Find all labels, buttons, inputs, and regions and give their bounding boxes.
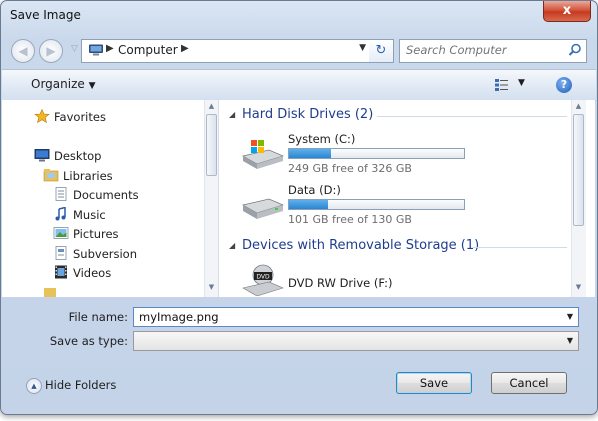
file-name-combobox[interactable]: ▼ — [133, 307, 579, 327]
windows-drive-icon — [242, 140, 285, 169]
sidebar-item-label: Favorites — [54, 110, 106, 124]
group-header-hard-disk-drives[interactable]: Hard Disk Drives (2) — [242, 107, 373, 122]
sidebar-item-label: Documents — [73, 188, 139, 202]
collapse-group-icon[interactable]: ◢ — [229, 241, 235, 250]
help-button[interactable]: ? — [556, 77, 572, 93]
drive-usage-bar — [288, 148, 465, 159]
hard-drive-icon — [242, 198, 285, 219]
refresh-icon: ↻ — [375, 43, 387, 58]
scroll-thumb[interactable] — [206, 114, 217, 176]
search-box[interactable] — [399, 39, 587, 63]
window-title: Save Image — [10, 8, 81, 22]
search-input[interactable] — [400, 40, 560, 60]
organize-menu[interactable]: Organize ▼ — [31, 77, 96, 91]
drive-name: Data (D:) — [288, 183, 341, 197]
group-divider — [377, 116, 567, 117]
scroll-thumb[interactable] — [573, 114, 584, 226]
libraries-icon — [43, 169, 59, 182]
navigation-scrollbar[interactable]: ▲ ▼ — [204, 100, 218, 297]
file-list-pane: ◢ Hard Disk Drives (2) System (C:) 249 G… — [219, 100, 595, 297]
collapse-group-icon[interactable]: ◢ — [229, 110, 235, 119]
computer-icon — [89, 44, 103, 56]
chevron-down-icon[interactable]: ▼ — [567, 336, 573, 345]
back-button[interactable]: ◀ — [11, 39, 35, 63]
sidebar-item-label: Videos — [73, 266, 112, 280]
drive-free-space: 249 GB free of 326 GB — [288, 162, 412, 175]
refresh-button[interactable]: ↻ — [369, 39, 394, 63]
svg-text:DVD: DVD — [256, 274, 270, 281]
organize-label: Organize — [31, 77, 85, 91]
drive-item-data[interactable]: Data (D:) 101 GB free of 130 GB — [239, 183, 479, 229]
videos-icon — [55, 265, 67, 279]
hide-folders-label: Hide Folders — [45, 378, 117, 392]
scroll-down-icon[interactable]: ▼ — [207, 283, 216, 293]
save-image-dialog: Save Image x ◀ ▶ ▽ ▶ Computer ▶ ▼ ↻ Sear… — [0, 0, 598, 415]
dvd-drive-icon: DVD — [242, 264, 284, 296]
back-arrow-icon: ◀ — [18, 44, 28, 58]
scroll-up-icon[interactable]: ▲ — [207, 102, 216, 112]
sidebar-item-label: Music — [73, 208, 106, 222]
view-details-icon — [495, 79, 508, 91]
file-name-input[interactable] — [134, 308, 554, 326]
save-as-type-select[interactable]: ▼ — [133, 331, 579, 351]
breadcrumb-separator-icon[interactable]: ▶ — [106, 43, 114, 54]
save-form: File name: ▼ Save as type: ▼ ▲ Hide Fold… — [2, 298, 596, 414]
group-divider — [473, 247, 567, 248]
group-header-removable-storage[interactable]: Devices with Removable Storage (1) — [242, 238, 479, 253]
documents-icon — [55, 187, 67, 201]
cancel-button[interactable]: Cancel — [491, 372, 567, 394]
desktop-icon — [34, 149, 50, 162]
forward-button[interactable]: ▶ — [39, 39, 63, 63]
change-view-button[interactable]: ▼ — [494, 76, 528, 94]
forward-arrow-icon: ▶ — [46, 44, 56, 58]
command-toolbar: Organize ▼ ▼ ? — [2, 69, 596, 101]
drive-item-dvd[interactable]: DVD DVD RW Drive (F:) — [239, 264, 479, 297]
drive-name: DVD RW Drive (F:) — [288, 276, 393, 290]
magnifier-icon[interactable] — [568, 43, 582, 57]
breadcrumb-computer[interactable]: Computer — [118, 43, 178, 57]
file-list-scrollbar[interactable]: ▲ ▼ — [571, 100, 586, 297]
subversion-icon — [55, 246, 67, 260]
sidebar-item-label: Libraries — [63, 169, 113, 183]
drive-free-space: 101 GB free of 130 GB — [288, 213, 412, 226]
address-bar[interactable]: ▶ Computer ▶ ▼ — [81, 39, 371, 63]
recent-pages-chevron-icon[interactable]: ▽ — [71, 44, 78, 54]
homegroup-icon — [44, 288, 56, 297]
address-dropdown-icon[interactable]: ▼ — [359, 43, 366, 53]
collapse-up-icon: ▲ — [26, 378, 42, 394]
star-icon — [34, 109, 50, 123]
chevron-down-icon: ▼ — [88, 81, 96, 91]
chevron-down-icon[interactable]: ▼ — [518, 78, 525, 88]
navigation-pane: Favorites Desktop Libraries Documents Mu… — [2, 100, 219, 297]
close-button[interactable]: x — [543, 1, 591, 22]
music-icon — [55, 207, 66, 221]
scroll-down-icon[interactable]: ▼ — [574, 283, 583, 293]
pictures-icon — [53, 227, 69, 239]
drive-name: System (C:) — [288, 132, 356, 146]
chevron-down-icon[interactable]: ▼ — [567, 312, 573, 321]
drive-usage-fill — [289, 200, 328, 209]
file-name-label: File name: — [68, 310, 128, 324]
save-as-type-label: Save as type: — [49, 334, 128, 348]
drive-usage-bar — [288, 199, 465, 210]
breadcrumb-separator-icon[interactable]: ▶ — [181, 43, 189, 54]
sidebar-item-label: Subversion — [73, 247, 138, 261]
scroll-up-icon[interactable]: ▲ — [574, 102, 583, 112]
sidebar-item-label: Desktop — [54, 149, 102, 163]
drive-item-system[interactable]: System (C:) 249 GB free of 326 GB — [239, 132, 479, 178]
save-button[interactable]: Save — [396, 372, 472, 394]
navigation-bar: ◀ ▶ ▽ ▶ Computer ▶ ▼ ↻ — [7, 37, 591, 65]
sidebar-item-label: Pictures — [73, 227, 119, 241]
title-bar[interactable]: Save Image x — [1, 1, 597, 31]
drive-usage-fill — [289, 149, 331, 158]
